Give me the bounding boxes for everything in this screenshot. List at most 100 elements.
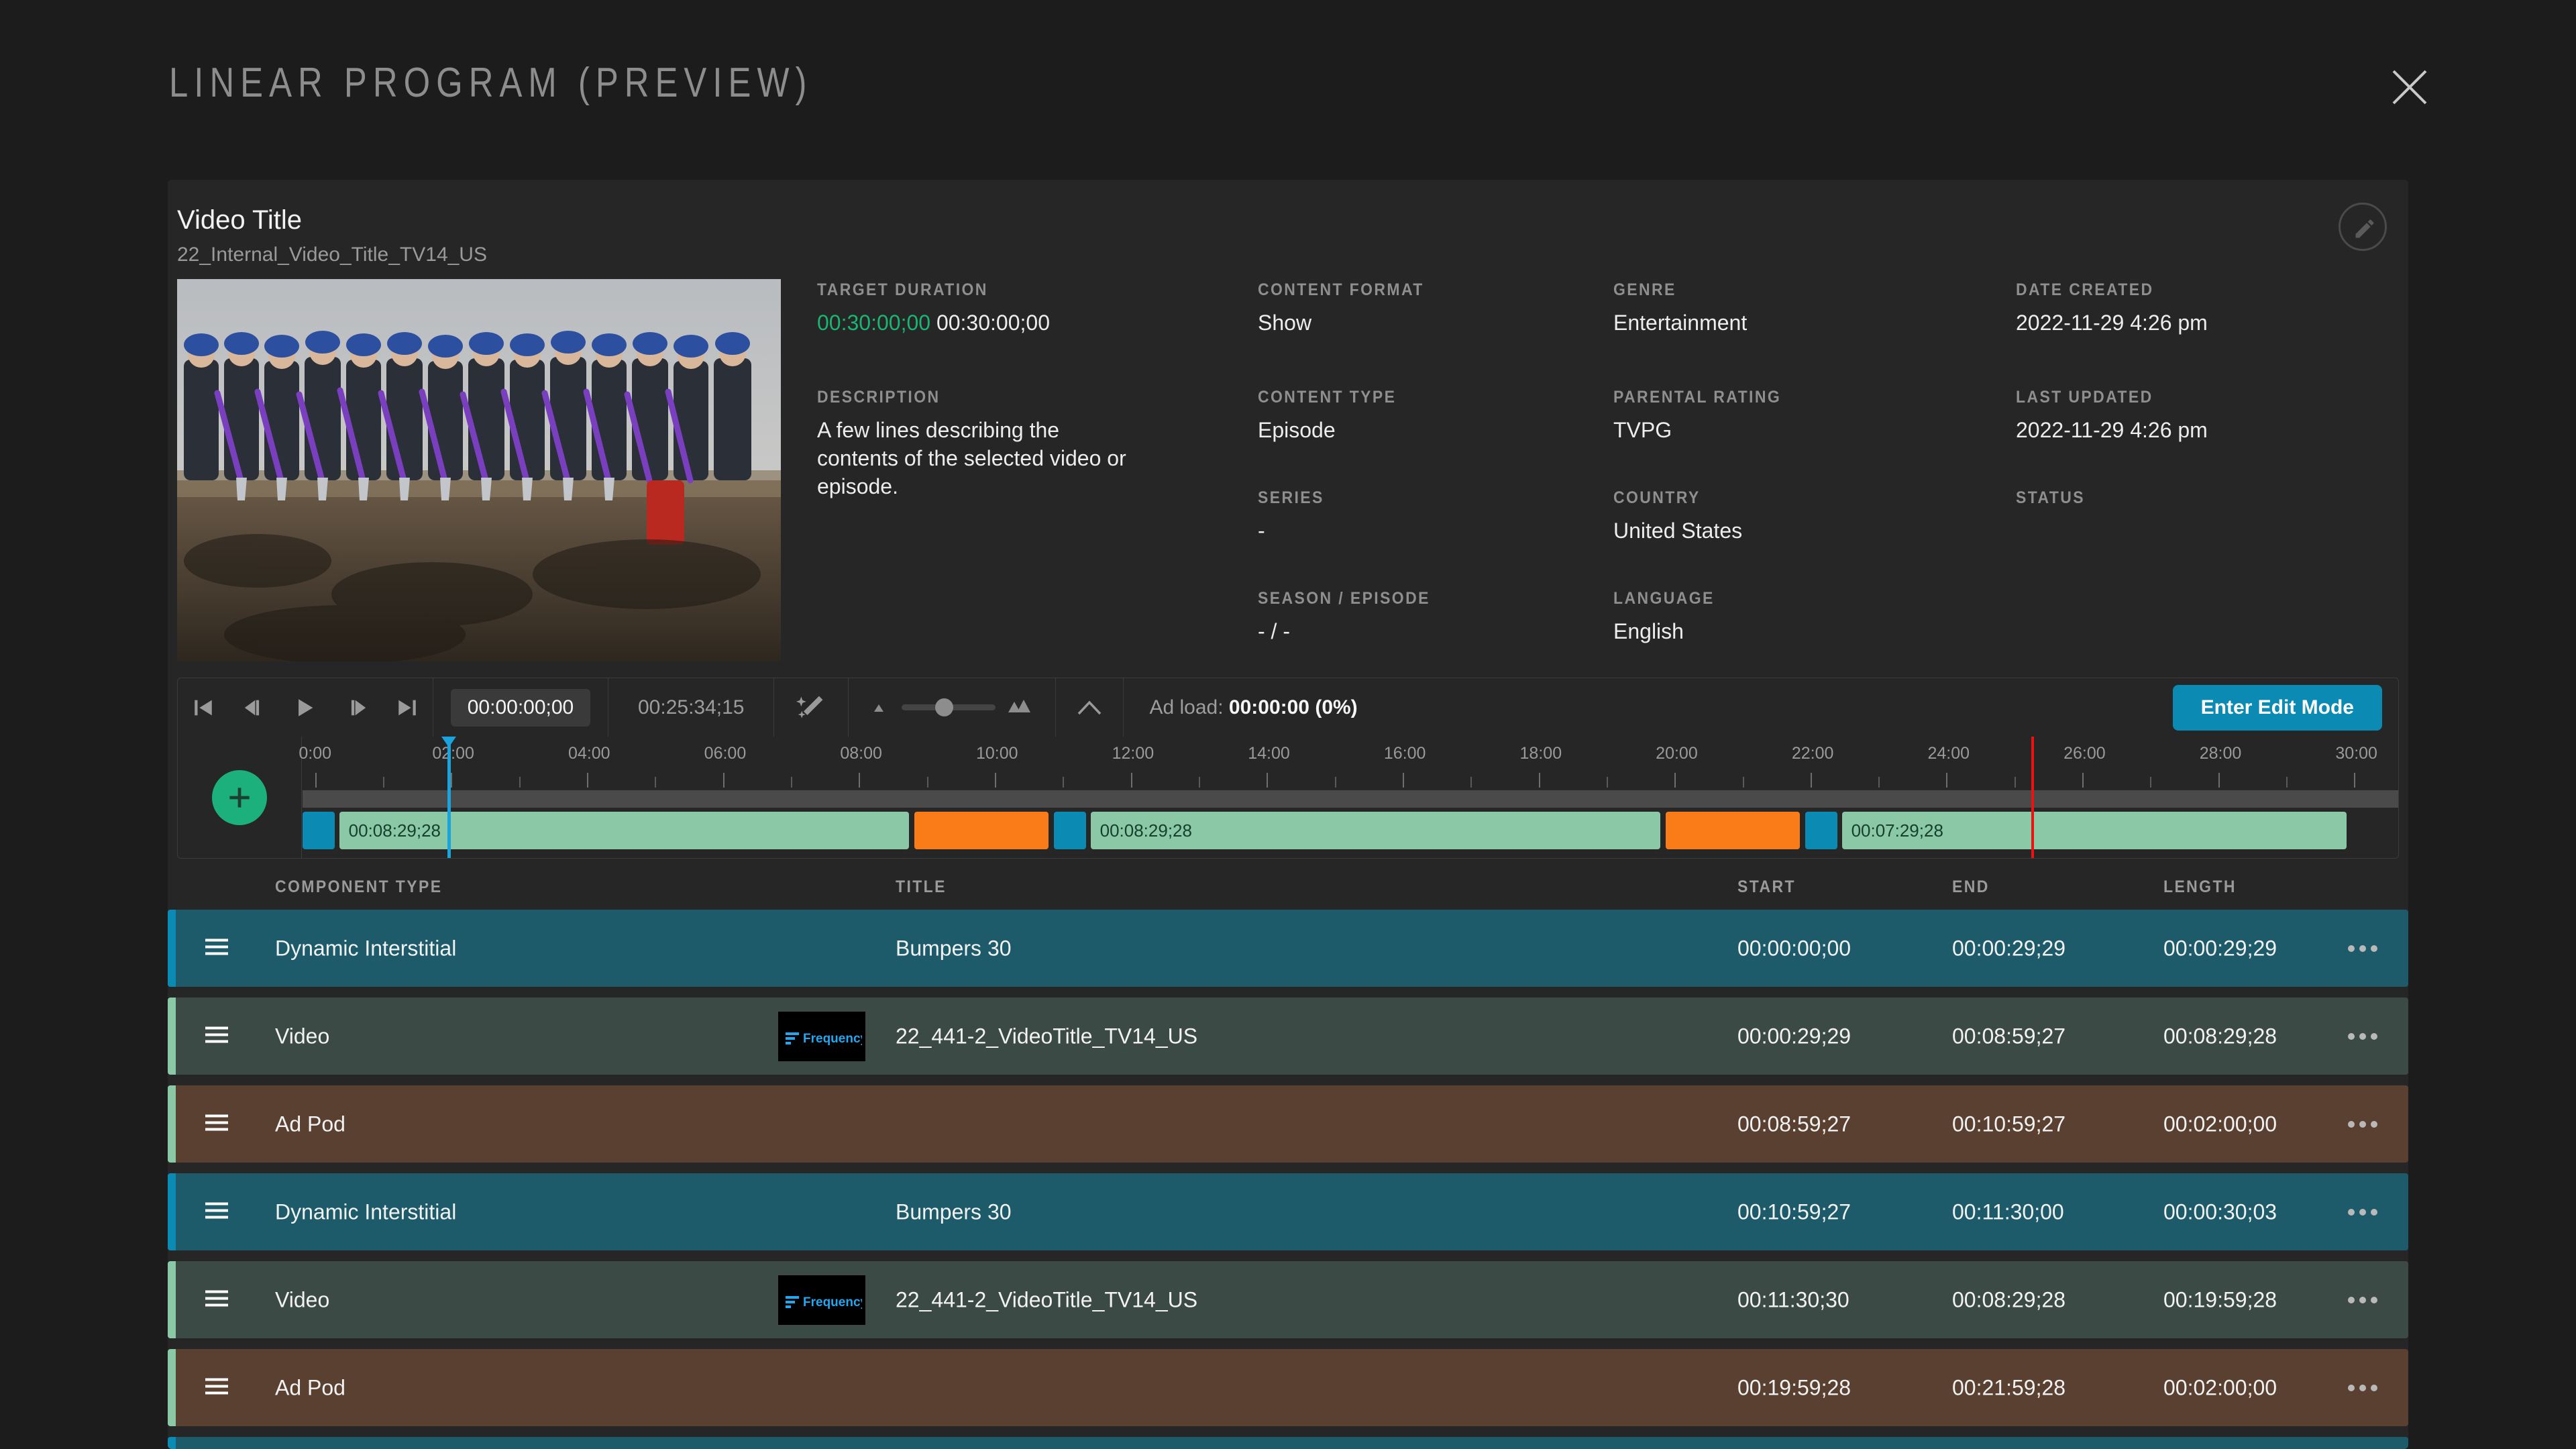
ruler-tick-label: 04:00 [568, 744, 610, 763]
ruler-tick-label: 22:00 [1791, 744, 1834, 763]
row-thumbnail: Frequency [778, 1275, 865, 1325]
step-back-icon[interactable] [229, 678, 280, 737]
zoom-out-icon[interactable] [871, 698, 890, 716]
ruler-tick-major [1674, 773, 1676, 788]
row-accent-bar [168, 910, 176, 987]
ruler-tick-minor [790, 777, 792, 788]
more-options-icon[interactable] [2348, 1296, 2377, 1303]
ruler-tick-minor [2014, 777, 2016, 788]
ad-load-label: Ad load: [1149, 696, 1229, 718]
more-options-icon[interactable] [2348, 1032, 2377, 1040]
table-row[interactable]: Video 22_441-2_VideoTitle_TV14_US 00:00:29… [168, 998, 2408, 1075]
table-row[interactable]: Dynamic Interstitial Bumpers 30 00:00:00;0… [168, 910, 2408, 987]
table-row[interactable]: Video 22_441-2_VideoTitle_TV14_US 00:11:30… [168, 1261, 2408, 1338]
column-header-length: LENGTH [2163, 877, 2237, 896]
meta-season-episode: SEASON / EPISODE - / - [1258, 589, 1445, 645]
modal-header: LINEAR PROGRAM (PREVIEW) [0, 0, 2576, 180]
ruler-tick-label: 12:00 [1112, 744, 1155, 763]
chevron-up-icon[interactable] [1056, 678, 1123, 737]
timeline-block-ad[interactable] [914, 812, 1049, 849]
zoom-in-icon[interactable] [1007, 698, 1032, 717]
pencil-icon[interactable] [2339, 203, 2387, 251]
ad-load-status: Ad load: 00:00:00 (0%) [1124, 696, 1383, 719]
table-row[interactable]: Dynamic Interstitial Bumpers 30 00:10:59;2… [168, 1173, 2408, 1250]
cell-component-type: Ad Pod [275, 1112, 345, 1136]
ruler-tick-minor [1198, 777, 1200, 788]
drag-handle-icon[interactable] [205, 1114, 228, 1134]
timeline-scrollbar[interactable] [303, 790, 2398, 808]
timeline-block-interstitial[interactable] [1805, 812, 1838, 849]
meta-label: PARENTAL RATING [1613, 388, 1782, 407]
timeline-block-video[interactable]: 00:08:29;28 [339, 812, 910, 849]
drag-handle-icon[interactable] [205, 1377, 228, 1398]
meta-value: - / - [1258, 619, 1290, 643]
ruler-tick-minor [2150, 777, 2152, 788]
drag-handle-icon[interactable] [205, 938, 228, 959]
play-icon[interactable] [280, 678, 331, 737]
plus-icon[interactable] [212, 769, 267, 825]
drag-handle-icon[interactable] [205, 1026, 228, 1046]
timeline-block-video[interactable]: 00:08:29;28 [1090, 812, 1661, 849]
close-icon[interactable] [2390, 67, 2430, 107]
timeline: 0:00 02:00 04:00 06:00 08:00 10:00 12:00 14:00 1… [177, 737, 2399, 859]
ruler-tick-minor [1878, 777, 1880, 788]
cell-length: 00:02:00;00 [2163, 1112, 2277, 1136]
zoom-slider-track[interactable] [902, 698, 996, 716]
more-options-icon[interactable] [2348, 1120, 2377, 1128]
table-row[interactable] [168, 1437, 2408, 1449]
cell-end: 00:10:59;27 [1952, 1112, 2066, 1136]
ruler-tick-minor [1606, 777, 1608, 788]
svg-text:Frequency: Frequency [803, 1032, 862, 1046]
cell-length: 00:00:29;29 [2163, 936, 2277, 960]
target-duration-target: 00:30:00;00 [936, 311, 1050, 335]
svg-text:Frequency: Frequency [803, 1295, 862, 1309]
meta-parental-rating: PARENTAL RATING TVPG [1613, 388, 1796, 444]
magic-wand-icon[interactable] [774, 678, 848, 737]
drag-handle-icon[interactable] [205, 1289, 228, 1310]
meta-label: STATUS [2016, 488, 2085, 507]
more-options-icon[interactable] [2348, 1384, 2377, 1391]
row-accent-bar [168, 1261, 176, 1338]
meta-label: GENRE [1613, 280, 1676, 299]
ruler-tick-major [1267, 773, 1269, 788]
timeline-ruler[interactable]: 0:00 02:00 04:00 06:00 08:00 10:00 12:00 14:00 1… [299, 737, 2398, 790]
timecode-section: 00:00:00;00 [433, 678, 608, 737]
ruler-tick-label: 24:00 [1927, 744, 1970, 763]
meta-label: CONTENT FORMAT [1258, 280, 1424, 299]
linear-program-preview-modal: LINEAR PROGRAM (PREVIEW) Video Title 22_… [0, 0, 2576, 1449]
timeline-track[interactable]: 00:08:29;28 00:08:29;28 00:07:29;28 [303, 812, 2398, 853]
meta-label: COUNTRY [1613, 488, 1701, 507]
cell-length: 00:08:29;28 [2163, 1024, 2277, 1048]
timeline-block-interstitial[interactable] [1053, 812, 1087, 849]
ruler-tick-major [722, 773, 724, 788]
table-row[interactable]: Ad Pod 00:19:59;28 00:21:59;28 00:02:00;00 [168, 1349, 2408, 1426]
cell-component-type: Dynamic Interstitial [275, 1199, 457, 1224]
timeline-block-interstitial[interactable] [303, 812, 335, 849]
more-options-icon[interactable] [2348, 945, 2377, 952]
meta-value: A few lines describing the contents of t… [817, 418, 1126, 499]
timeline-playhead[interactable] [441, 737, 456, 858]
more-options-icon[interactable] [2348, 1208, 2377, 1216]
meta-status: STATUS [2016, 488, 2091, 517]
ruler-tick-minor [1742, 777, 1744, 788]
ruler-tick-major [1538, 773, 1540, 788]
ruler-tick-label: 28:00 [2199, 744, 2242, 763]
cell-end: 00:00:29;29 [1952, 936, 2066, 960]
timeline-body[interactable]: 0:00 02:00 04:00 06:00 08:00 10:00 12:00 14:00 1… [299, 737, 2398, 858]
column-header-end: END [1952, 877, 1990, 896]
skip-to-start-icon[interactable] [178, 678, 229, 737]
timeline-block-video[interactable]: 00:07:29;28 [1841, 812, 2347, 849]
table-row[interactable]: Ad Pod 00:08:59;27 00:10:59;27 00:02:00;00 [168, 1085, 2408, 1163]
current-timecode-input[interactable]: 00:00:00;00 [451, 688, 590, 727]
zoom-section [849, 678, 1057, 737]
skip-to-end-icon[interactable] [382, 678, 433, 737]
ruler-tick-major [2218, 773, 2220, 788]
row-accent-bar [168, 1349, 176, 1426]
zoom-slider-knob[interactable] [935, 698, 954, 716]
enter-edit-mode-button[interactable]: Enter Edit Mode [2172, 684, 2382, 731]
drag-handle-icon[interactable] [205, 1201, 228, 1222]
timeline-zoom-slider[interactable] [849, 698, 1055, 717]
cell-start: 00:00:00;00 [1737, 936, 1851, 960]
timeline-block-ad[interactable] [1666, 812, 1801, 849]
step-forward-icon[interactable] [331, 678, 382, 737]
